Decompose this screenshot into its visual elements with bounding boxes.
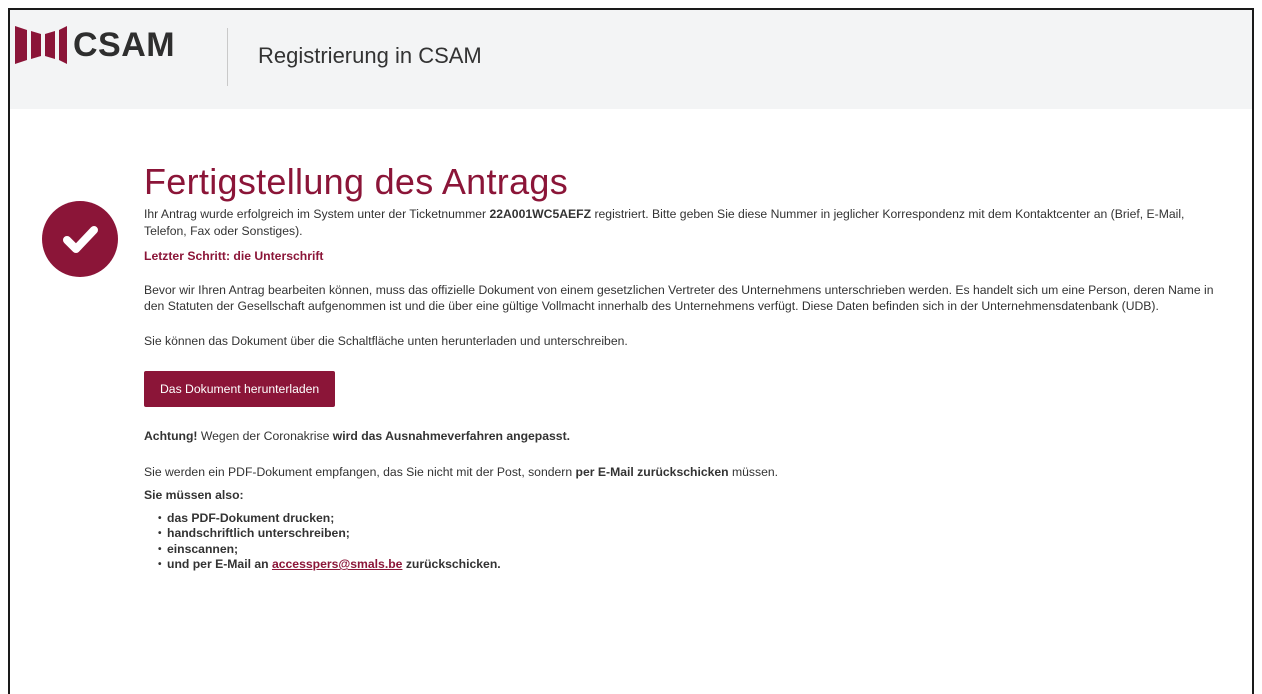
step-heading: Letzter Schritt: die Unterschrift <box>144 249 324 263</box>
success-check-badge <box>42 201 118 277</box>
checkmark-icon <box>63 226 98 253</box>
list-item: das PDF-Dokument drucken; <box>158 511 1224 527</box>
header: CSAM Registrierung in CSAM <box>10 10 1252 109</box>
header-divider <box>227 28 228 86</box>
pdf-text-end: müssen. <box>728 464 779 479</box>
steps-list: das PDF-Dokument drucken; handschriftlic… <box>158 511 1224 573</box>
main-content: Fertigstellung des Antrags Ihr Antrag wu… <box>144 160 1224 573</box>
list-item: einscannen; <box>158 542 1224 558</box>
email-link[interactable]: accesspers@smals.be <box>272 557 402 571</box>
notice-emphasis: wird das Ausnahmeverfahren angepasst. <box>332 429 571 443</box>
intro-text-start: Ihr Antrag wurde erfolgreich im System u… <box>144 207 490 221</box>
pdf-instruction: Sie werden ein PDF-Dokument empfangen, d… <box>144 464 1224 481</box>
ticket-number: 22A001WC5AEFZ <box>489 207 592 221</box>
must-label: Sie müssen also: <box>144 488 244 502</box>
page-title: Fertigstellung des Antrags <box>144 161 569 202</box>
pdf-text-start: Sie werden ein PDF-Dokument empfangen, d… <box>144 464 576 479</box>
corona-notice: Achtung! Wegen der Coronakrise wird das … <box>144 428 1224 445</box>
notice-warning: Achtung! <box>144 429 198 443</box>
csam-logo[interactable]: CSAM <box>14 24 175 66</box>
last-step-end: zurückschicken. <box>402 557 501 571</box>
notice-text: Wegen der Coronakrise <box>197 429 333 443</box>
pdf-text-emphasis: per E-Mail zurückschicken <box>575 464 729 479</box>
signature-description: Bevor wir Ihren Antrag bearbeiten können… <box>144 282 1214 314</box>
last-step-start: und per E-Mail an <box>167 557 272 571</box>
list-item: handschriftlich unterschreiben; <box>158 526 1224 542</box>
csam-logo-icon <box>15 26 67 64</box>
logo-text: CSAM <box>73 25 176 64</box>
intro-text: Ihr Antrag wurde erfolgreich im System u… <box>144 206 1224 239</box>
page-frame: CSAM Registrierung in CSAM Fertigstellun… <box>8 8 1254 694</box>
download-hint: Sie können das Dokument über die Schaltf… <box>144 333 628 348</box>
download-document-button[interactable]: Das Dokument herunterladen <box>144 371 336 407</box>
list-item: und per E-Mail an accesspers@smals.be zu… <box>158 557 1224 573</box>
page-header-title: Registrierung in CSAM <box>258 43 482 68</box>
